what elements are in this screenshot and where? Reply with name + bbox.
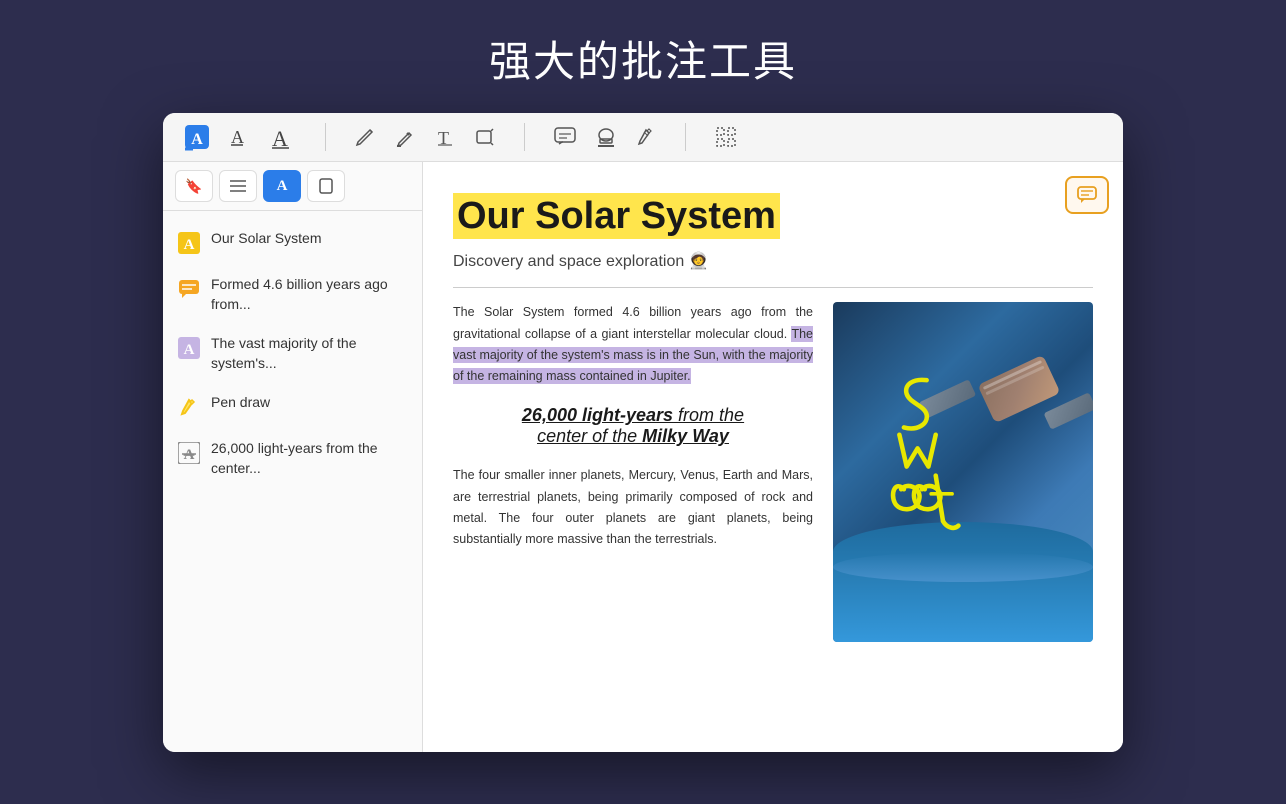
shape-icon[interactable] xyxy=(474,126,496,148)
toolbar: A A A xyxy=(163,113,1123,162)
divider-3 xyxy=(685,123,686,151)
app-window: A A A xyxy=(163,113,1123,752)
document-area: Our Solar System Discovery and space exp… xyxy=(423,162,1123,752)
featured-line-2: center of the Milky Way xyxy=(453,426,813,447)
sidebar-tabs: 🔖 A xyxy=(163,162,422,211)
doc-title-wrapper: Our Solar System xyxy=(453,192,1093,241)
doc-body: The Solar System formed 4.6 billion year… xyxy=(453,302,1093,642)
tab-pages[interactable] xyxy=(307,170,345,202)
sidebar-item-vast-majority[interactable]: A The vast majority of the system's... xyxy=(163,324,422,383)
annotation-strike-icon-5: A xyxy=(177,441,201,465)
svg-text:A: A xyxy=(184,237,195,253)
selection-icon[interactable] xyxy=(714,125,738,149)
font-main-icon[interactable]: A xyxy=(183,123,211,151)
divider-2 xyxy=(524,123,525,151)
sidebar-item-pen-draw[interactable]: Pen draw xyxy=(163,383,422,429)
doc-title: Our Solar System xyxy=(453,193,780,239)
doc-paragraph-2: The four smaller inner planets, Mercury,… xyxy=(453,465,813,550)
highlighter-icon[interactable] xyxy=(394,126,416,148)
svg-text:A: A xyxy=(272,126,288,150)
svg-text:A: A xyxy=(231,127,244,147)
page-title: 强大的批注工具 xyxy=(489,28,797,89)
doc-subtitle: Discovery and space exploration 🧑‍🚀 xyxy=(453,251,1093,271)
tab-annotations[interactable]: A xyxy=(263,170,301,202)
tab-bookmark[interactable]: 🔖 xyxy=(175,170,213,202)
comment-icon[interactable] xyxy=(553,126,577,148)
toolbar-comment-group xyxy=(553,125,657,149)
sidebar-item-text-4: Pen draw xyxy=(211,393,270,413)
pencil-icon[interactable] xyxy=(354,126,376,148)
font-size-small-icon[interactable]: A xyxy=(229,125,253,149)
sidebar-item-text-1: Our Solar System xyxy=(211,229,321,249)
featured-line-1: 26,000 light-years from the xyxy=(453,405,813,426)
sidebar-item-text-3: The vast majority of the system's... xyxy=(211,334,408,373)
svg-text:A: A xyxy=(191,131,203,148)
space-image xyxy=(833,302,1093,642)
text-tool-icon[interactable]: T xyxy=(434,126,456,148)
divider-1 xyxy=(325,123,326,151)
pen-icon[interactable] xyxy=(635,126,657,148)
highlight-icon-3: A xyxy=(177,336,201,360)
svg-text:A: A xyxy=(184,447,195,463)
sidebar-item-text-5: 26,000 light-years from the center... xyxy=(211,439,408,478)
content-area: 🔖 A xyxy=(163,162,1123,752)
doc-text-column: The Solar System formed 4.6 billion year… xyxy=(453,302,813,642)
sidebar: 🔖 A xyxy=(163,162,423,752)
satellite-panel-right xyxy=(1044,393,1093,430)
doc-featured-text: 26,000 light-years from the center of th… xyxy=(453,405,813,447)
sidebar-items-list: A Our Solar System F xyxy=(163,211,422,752)
doc-image-column xyxy=(833,302,1093,642)
sidebar-item-text-2: Formed 4.6 billion years ago from... xyxy=(211,275,408,314)
font-size-large-icon[interactable]: A xyxy=(271,124,297,150)
doc-divider xyxy=(453,287,1093,288)
sidebar-item-lightyears[interactable]: A 26,000 light-years from the center... xyxy=(163,429,422,488)
toolbar-font-group: A A A xyxy=(183,123,297,151)
doc-paragraph-1: The Solar System formed 4.6 billion year… xyxy=(453,302,813,387)
sweet-handwriting xyxy=(843,362,983,562)
comment-bubble[interactable] xyxy=(1065,176,1109,214)
comment-icon-2 xyxy=(177,277,201,301)
pen-icon-4 xyxy=(177,395,201,419)
highlighted-text: The vast majority of the system's mass i… xyxy=(453,326,813,385)
sidebar-item-formed[interactable]: Formed 4.6 billion years ago from... xyxy=(163,265,422,324)
svg-text:A: A xyxy=(184,342,195,358)
tab-list[interactable] xyxy=(219,170,257,202)
toolbar-select-group xyxy=(714,125,738,149)
sidebar-item-solar-system[interactable]: A Our Solar System xyxy=(163,219,422,265)
annotation-icon-1: A xyxy=(177,231,201,255)
toolbar-draw-group: T xyxy=(354,126,496,148)
stamp-icon[interactable] xyxy=(595,125,617,149)
